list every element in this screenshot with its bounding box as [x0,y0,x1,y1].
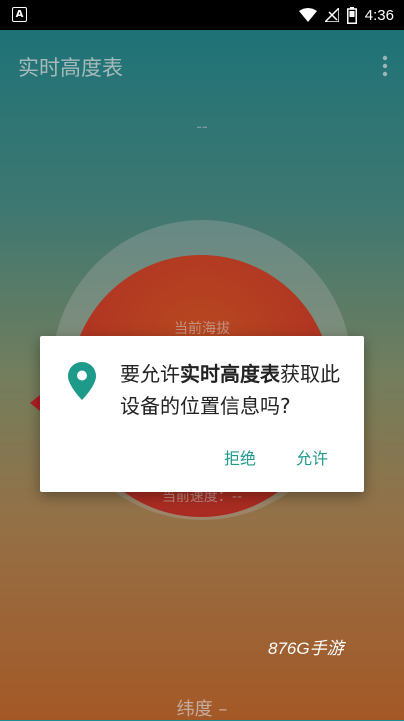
wifi-icon [298,8,317,22]
watermark: 876G手游 [268,639,344,658]
cellular-icon [324,8,339,22]
status-icons: 4:36 [298,5,394,25]
dialog-message-prefix: 要允许 [120,362,180,386]
dialog-message: 要允许实时高度表获取此设备的位置信息吗? [120,358,356,422]
location-pin-icon [68,362,96,400]
status-time: 4:36 [364,6,394,24]
dialog-app-name: 实时高度表 [180,362,280,386]
permission-dialog: 要允许实时高度表获取此设备的位置信息吗? 拒绝 允许 [40,336,364,492]
allow-button[interactable]: 允许 [292,444,332,474]
app-notification-icon: A [12,7,27,22]
status-bar: A 4:36 [0,0,404,30]
deny-button[interactable]: 拒绝 [220,444,260,474]
battery-icon [346,6,357,24]
